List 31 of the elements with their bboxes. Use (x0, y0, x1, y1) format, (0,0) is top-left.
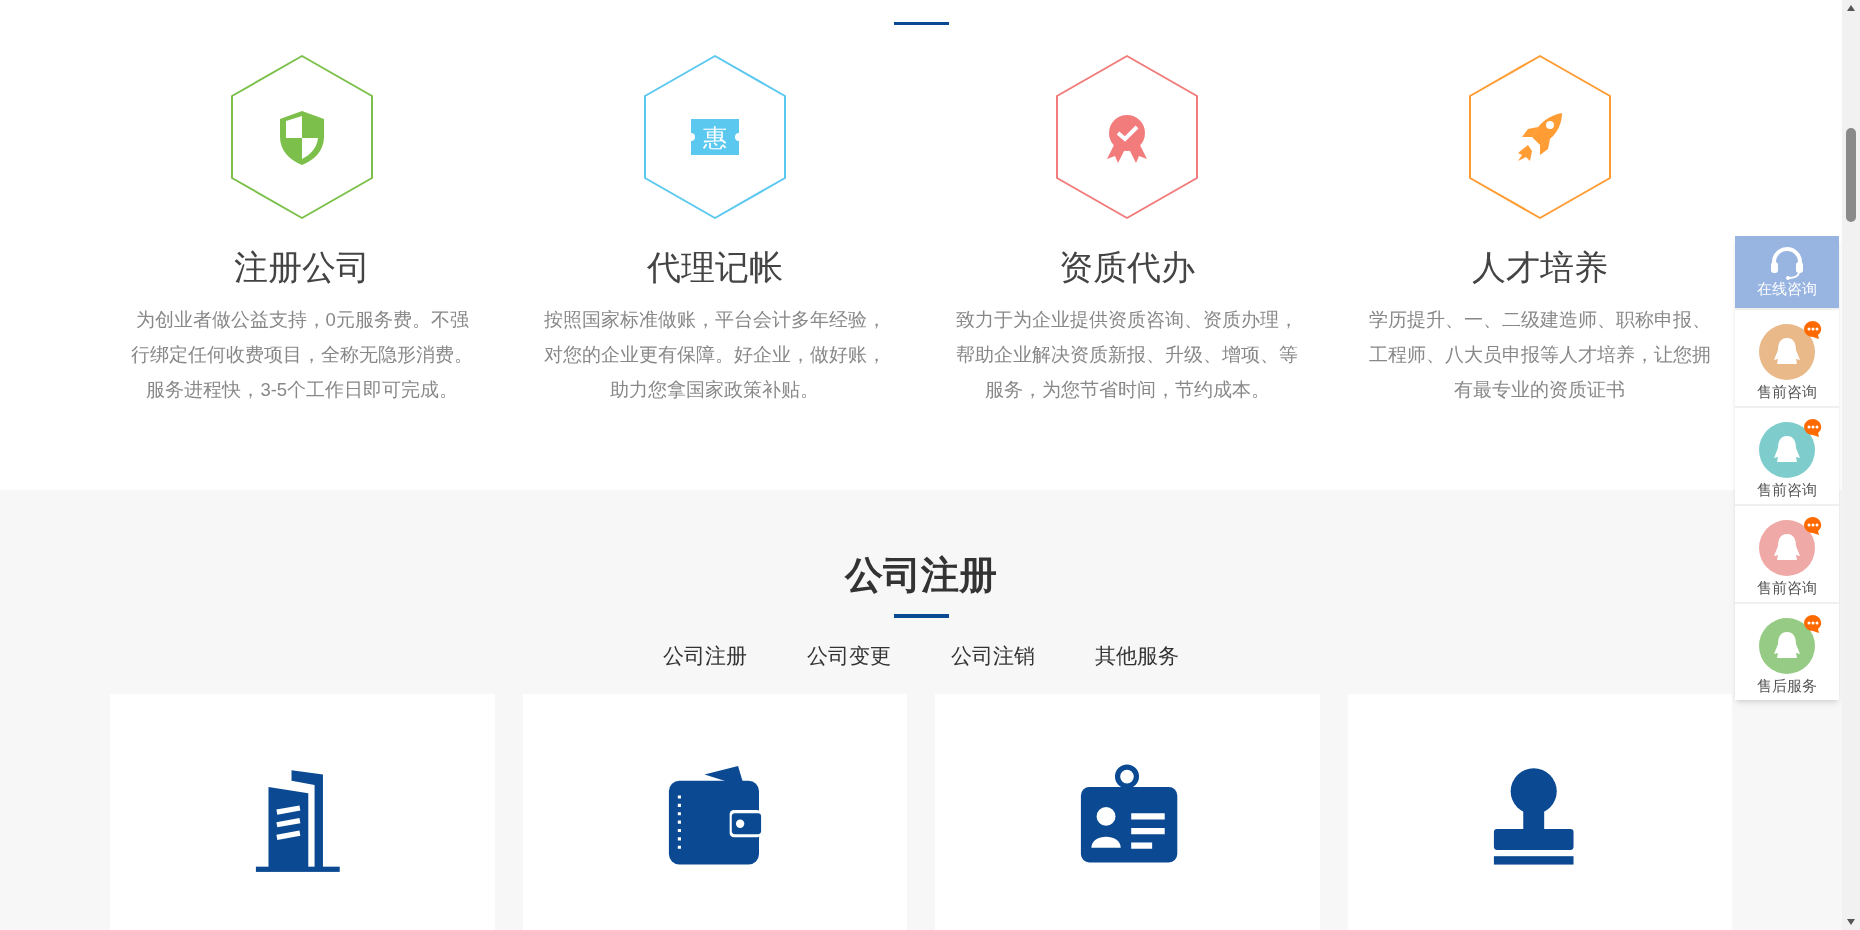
service-card[interactable] (110, 694, 495, 930)
chat-bubble-icon (1803, 418, 1823, 438)
service-description: 按照国家标准做账，平台会计多年经验，对您的企业更有保障。好企业，做好账，助力您拿国家政策补贴。 (542, 308, 887, 402)
service-description: 致力于为企业提供资质咨询、资质办理，帮助企业解决资质新报、升级、增项、等服务，为您节省时间，节约成本。 (955, 308, 1300, 402)
service-card[interactable] (522, 694, 907, 930)
service-card[interactable] (935, 694, 1320, 930)
divider-line (893, 22, 949, 25)
consult-button[interactable]: 售后服务 (1735, 604, 1839, 700)
scrollbar[interactable] (1842, 0, 1860, 930)
service-description: 为创业者做公益支持，0元服务费。不强行绑定任何收费项目，全称无隐形消费。服务进程快，3-5个工作日即可完成。 (130, 308, 475, 402)
chat-bubble-icon (1803, 516, 1823, 536)
service-title: 人才培养 (1471, 247, 1608, 288)
section-title: 公司注册 (845, 553, 997, 598)
service-title: 资质代办 (1059, 247, 1196, 288)
scroll-down-icon[interactable] (1847, 919, 1855, 925)
category-tab[interactable]: 其他服务 (1095, 642, 1179, 670)
scrollbar-thumb[interactable] (1846, 128, 1856, 222)
category-tab[interactable]: 公司注册 (663, 642, 747, 670)
service-title: 代理记帐 (646, 247, 783, 288)
service-card[interactable] (1347, 694, 1732, 930)
consult-button[interactable]: 售前咨询 (1735, 310, 1839, 406)
scroll-up-icon[interactable] (1847, 5, 1855, 11)
consult-button[interactable]: 售前咨询 (1735, 408, 1839, 504)
chat-bubble-icon (1803, 320, 1823, 340)
chat-bubble-icon (1803, 614, 1823, 634)
consult-button[interactable]: 售前咨询 (1735, 506, 1839, 602)
headset-icon (1769, 244, 1805, 280)
service-title: 注册公司 (234, 247, 371, 288)
category-tab[interactable]: 公司变更 (807, 642, 891, 670)
category-tab[interactable]: 公司注销 (951, 642, 1035, 670)
service-description: 学历提升、一、二级建造师、职称申报、工程师、八大员申报等人才培养，让您拥有最专业的资质证书 (1367, 308, 1712, 402)
